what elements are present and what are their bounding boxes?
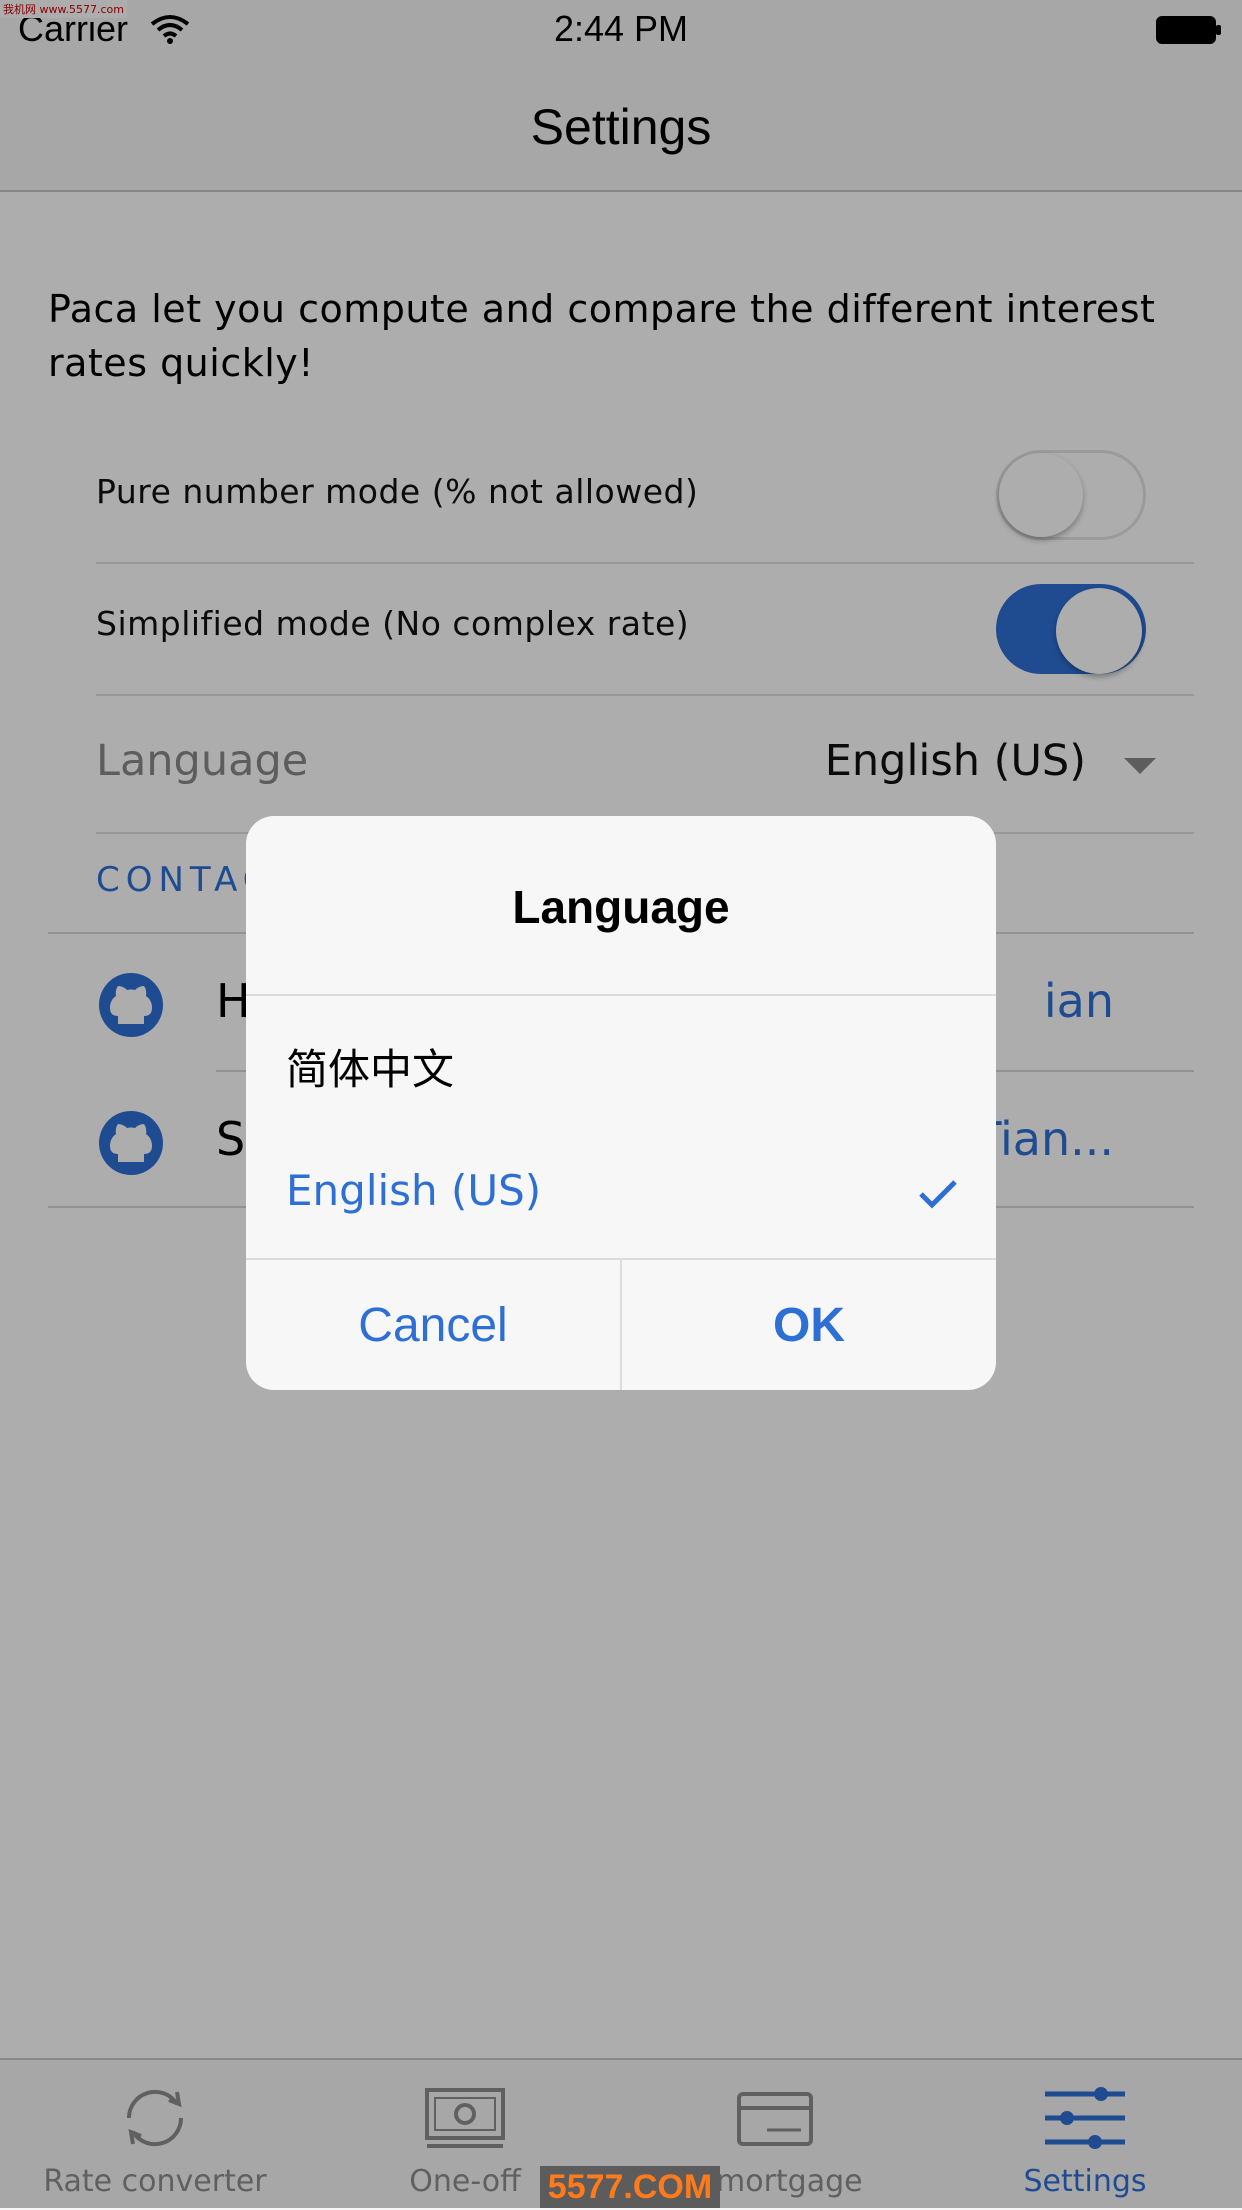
language-dialog: Language 简体中文 English (US) Cancel OK: [246, 816, 996, 1390]
dialog-title: Language: [512, 881, 730, 933]
language-option-english[interactable]: English (US): [246, 1126, 996, 1256]
ok-button[interactable]: OK: [622, 1260, 996, 1390]
option-label: English (US): [286, 1166, 542, 1215]
checkmark-icon: [919, 1180, 957, 1209]
settings-screen: Carrier 2:44 PM 我机网 www.5577.com Setting…: [0, 0, 1242, 2210]
cancel-button[interactable]: Cancel: [246, 1260, 622, 1390]
dialog-actions: Cancel OK: [246, 1258, 996, 1390]
language-option-chinese[interactable]: 简体中文: [246, 996, 996, 1126]
watermark-bottom: 5577.COM: [540, 2166, 720, 2208]
option-label: 简体中文: [286, 1045, 455, 1094]
